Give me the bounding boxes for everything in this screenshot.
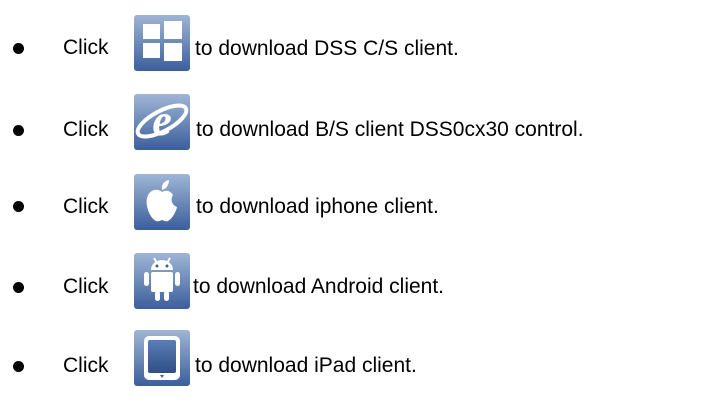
click-label: Click (63, 354, 109, 377)
item-description: to download B/S client DSS0cx30 control. (196, 118, 584, 141)
list-item-ipad-client: Click to download iPad client. (0, 330, 715, 386)
list-item-dss-cs-client: Click to download DSS C/S client. (0, 15, 715, 71)
click-label: Click (63, 118, 109, 141)
bullet-icon (13, 201, 24, 212)
bullet-icon (13, 282, 24, 293)
ipad-icon[interactable] (134, 330, 190, 386)
bullet-icon (13, 43, 24, 54)
list-item-android-client: Click to download Android client. (0, 253, 715, 309)
bullet-icon (13, 125, 24, 136)
item-description: to download Android client. (193, 275, 445, 298)
item-description: to download iphone client. (196, 195, 439, 218)
click-label: Click (63, 275, 109, 298)
click-label: Click (63, 36, 109, 59)
svg-text:e: e (152, 96, 172, 145)
internet-explorer-icon[interactable]: e (134, 94, 190, 150)
item-description: to download iPad client. (195, 354, 417, 377)
windows-icon[interactable] (134, 15, 190, 71)
item-description: to download DSS C/S client. (195, 37, 459, 60)
apple-icon[interactable] (134, 174, 190, 230)
android-icon[interactable] (134, 253, 190, 309)
download-client-list: Click to download DSS C/S client. Click (0, 0, 715, 407)
list-item-bs-client-control: Click e to download B/S client DSS0cx30 … (0, 94, 715, 150)
click-label: Click (63, 195, 109, 218)
list-item-iphone-client: Click to download iphone client. (0, 174, 715, 230)
bullet-icon (13, 361, 24, 372)
